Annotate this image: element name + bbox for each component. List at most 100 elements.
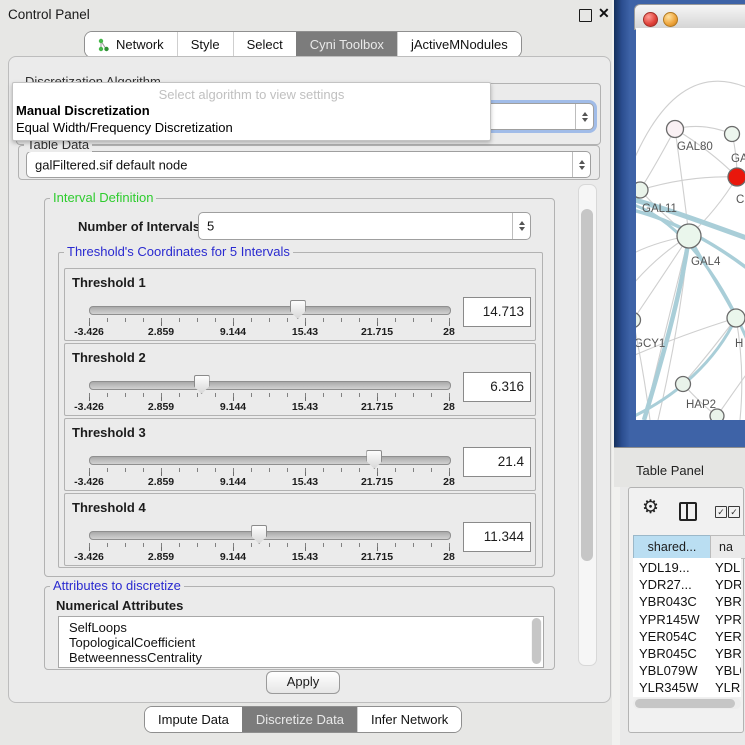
- network-edge[interactable]: [640, 177, 737, 190]
- network-node-hap2[interactable]: [676, 377, 691, 392]
- network-edge[interactable]: [736, 318, 742, 420]
- table-row[interactable]: YBL079WYBL0: [633, 662, 741, 679]
- threshold-value-field[interactable]: 6.316: [463, 372, 531, 402]
- dropdown-option-equal-width[interactable]: Equal Width/Frequency Discretization: [16, 120, 233, 135]
- table-cell: YER054C: [639, 629, 697, 644]
- close-icon[interactable]: ✕: [598, 5, 610, 22]
- attribute-list-item[interactable]: TopologicalCoefficient: [69, 635, 195, 650]
- network-node-h[interactable]: [727, 309, 745, 327]
- checkbox-icon[interactable]: ✓: [728, 506, 740, 518]
- network-edge[interactable]: [689, 236, 736, 318]
- numerical-attributes-label: Numerical Attributes: [56, 598, 183, 613]
- table-data-combobox[interactable]: galFiltered.sif default node: [26, 151, 591, 178]
- slider-minor-ticks: [89, 543, 451, 547]
- network-node-c[interactable]: [728, 168, 745, 186]
- attribute-list-item[interactable]: BetweennessCentrality: [69, 650, 202, 665]
- tab-network[interactable]: Network: [85, 32, 177, 57]
- combo-stepper-icon[interactable]: [572, 152, 590, 177]
- threshold-slider-thumb[interactable]: [366, 450, 382, 469]
- tab-label: Style: [191, 37, 220, 52]
- threshold-label: Threshold 3: [72, 425, 146, 440]
- threshold-slider-track[interactable]: [89, 306, 451, 315]
- num-intervals-combobox[interactable]: 5: [198, 212, 531, 240]
- table-row[interactable]: YLR345WYLR3: [633, 679, 741, 696]
- panel-vscrollbar-thumb[interactable]: [581, 209, 593, 561]
- network-edge[interactable]: [640, 129, 675, 190]
- bottom-tab-bar: Impute Data Discretize DataInfer Network: [144, 706, 462, 733]
- close-light-icon[interactable]: [643, 12, 658, 27]
- network-node-gal80[interactable]: [667, 121, 684, 138]
- table-cell: YBR045C: [639, 646, 697, 661]
- threshold-slider-track[interactable]: [89, 381, 451, 390]
- threshold-slider-thumb[interactable]: [194, 375, 210, 394]
- tab-jactivemnodules[interactable]: jActiveMNodules: [397, 32, 521, 57]
- table-row[interactable]: YBR043CYBR0: [633, 593, 741, 610]
- slider-minor-ticks: [89, 468, 451, 472]
- table-panel-titlebar: Table Panel: [614, 447, 745, 487]
- table-row[interactable]: YDL19...YDL1: [633, 559, 741, 576]
- network-canvas[interactable]: GAL80GACGAL11GAL4GCY1HHAP2: [636, 28, 745, 420]
- table-cell: YER0: [715, 629, 741, 644]
- numerical-attributes-list[interactable]: SelfLoopsTopologicalCoefficientBetweenne…: [58, 616, 544, 668]
- table-cell: YDR2: [715, 577, 741, 592]
- float-window-icon[interactable]: [579, 9, 592, 22]
- slider-scale-label: 2.859: [148, 401, 174, 413]
- combo-stepper-icon[interactable]: [575, 104, 593, 129]
- threshold-slider-thumb[interactable]: [290, 300, 306, 319]
- bottom-tab-label: Impute Data: [158, 712, 229, 727]
- threshold-value-field[interactable]: 11.344: [463, 522, 531, 552]
- threshold-slider-track[interactable]: [89, 456, 451, 465]
- table-cell: YBL079W: [639, 663, 698, 678]
- minimize-light-icon[interactable]: [663, 12, 678, 27]
- network-window-titlebar[interactable]: [634, 4, 745, 30]
- tab-select[interactable]: Select: [233, 32, 296, 57]
- network-edge[interactable]: [683, 318, 736, 384]
- combo-stepper-icon[interactable]: [512, 213, 530, 239]
- apply-button[interactable]: Apply: [266, 671, 340, 694]
- network-node-gal11[interactable]: [636, 182, 648, 198]
- column-header-shared-name[interactable]: shared...: [633, 535, 711, 559]
- threshold-value-field[interactable]: 21.4: [463, 447, 531, 477]
- table-row[interactable]: YDR27... YDR2: [633, 576, 741, 593]
- table-row[interactable]: YER054C YER0: [633, 628, 741, 645]
- dropdown-option-manual[interactable]: Manual Discretization: [16, 103, 150, 118]
- table-cell: YDR27...: [639, 577, 692, 592]
- bottom-tab-impute-data[interactable]: Impute Data: [145, 707, 242, 732]
- threshold-label: Threshold 2: [72, 350, 146, 365]
- tab-cyni-toolbox[interactable]: Cyni Toolbox: [296, 32, 397, 57]
- zoom-light-icon[interactable]: [683, 12, 696, 25]
- threshold-value-field[interactable]: 14.713: [463, 297, 531, 327]
- network-node-gcy1[interactable]: [636, 313, 641, 328]
- column-selector-icon[interactable]: [679, 502, 697, 521]
- control-panel-title: Control Panel: [8, 7, 90, 22]
- list-vscrollbar-thumb[interactable]: [532, 618, 541, 664]
- tab-style[interactable]: Style: [177, 32, 233, 57]
- node-label: GAL4: [691, 256, 721, 268]
- gear-icon[interactable]: ⚙: [642, 496, 659, 519]
- table-row[interactable]: YPR145WYPR1: [633, 611, 741, 628]
- slider-scale-label: 15.43: [292, 326, 318, 338]
- table-hscrollbar-track[interactable]: [633, 698, 741, 709]
- threshold-slider-thumb[interactable]: [251, 525, 267, 544]
- bottom-tab-infer-network[interactable]: Infer Network: [357, 707, 461, 732]
- table-hscrollbar-thumb[interactable]: [635, 699, 735, 708]
- threshold-slider-track[interactable]: [89, 531, 451, 540]
- network-node-ga[interactable]: [725, 127, 740, 142]
- interval-group-label: Interval Definition: [50, 191, 156, 205]
- thresholds-group-label: Threshold's Coordinates for 5 Intervals: [64, 245, 293, 259]
- panel-vscrollbar-track[interactable]: [578, 184, 597, 666]
- slider-scale-label: 9.144: [220, 476, 246, 488]
- checkbox-icon[interactable]: ✓: [715, 506, 727, 518]
- table-cell: YDL1: [715, 560, 741, 575]
- slider-scale-label: 9.144: [220, 401, 246, 413]
- slider-scale-label: 15.43: [292, 401, 318, 413]
- list-vscrollbar-track[interactable]: [531, 618, 542, 664]
- bottom-tab-discretize-data[interactable]: Discretize Data: [242, 707, 357, 732]
- slider-scale-label: 2.859: [148, 551, 174, 563]
- table-row[interactable]: YBR045CYBR0: [633, 645, 741, 662]
- threshold-panel-1: Threshold 1-3.4262.8599.14415.4321.71528…: [64, 268, 536, 341]
- slider-scale-label: 21.715: [361, 551, 393, 563]
- column-header-name[interactable]: na: [710, 535, 745, 559]
- network-node-gal4[interactable]: [677, 224, 701, 248]
- attribute-list-item[interactable]: SelfLoops: [69, 620, 127, 635]
